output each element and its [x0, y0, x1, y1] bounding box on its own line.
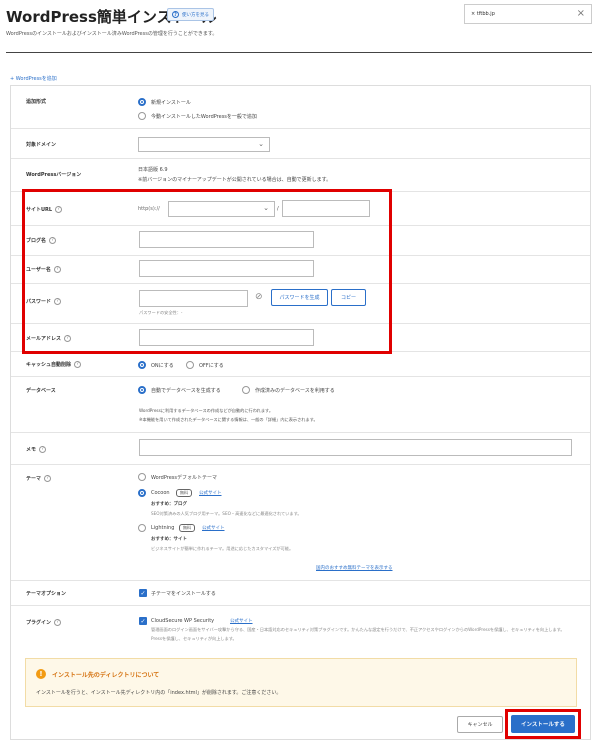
wp-version-value: 日本語版 6.9 — [138, 167, 168, 173]
domain-tag-label: tftbb.jp — [476, 11, 495, 17]
help-icon[interactable]: ? — [74, 361, 82, 368]
install-highlight-box — [505, 709, 581, 739]
help-icon[interactable]: ? — [39, 446, 47, 453]
radio-cache-off-label: OFFにする — [199, 363, 224, 369]
wp-version-note: ※前バージョンのマイナーアップデートが公開されている場合は、自動で更新します。 — [138, 177, 332, 183]
plugin-name: CloudSecure WP Security — [151, 618, 215, 624]
cocoon-recommend: おすすめ：ブログ — [151, 502, 187, 507]
header-divider — [6, 52, 592, 53]
plugin-description-1: 管理画面のログイン画面をサイバー攻撃から守る、国産・日本語対応のセキュリティ対策… — [151, 627, 565, 632]
database-note-2: ※本機能を用いて作成されたデータベースに関する情報は、一般の「詳細」内に表示され… — [139, 417, 318, 422]
radio-existing-install[interactable] — [138, 112, 146, 120]
radio-new-install-label: 新規インストール — [151, 100, 191, 106]
label-memo: メモ ? — [26, 446, 47, 453]
domain-filter[interactable]: × tftbb.jp × — [464, 4, 592, 24]
radio-db-existing-label: 作成済みのデータベースを利用する — [255, 388, 335, 394]
plugin-official-site-link[interactable]: 公式サイト — [230, 618, 253, 624]
row-cache: キャッシュ自動削除 ? ONにする OFFにする — [11, 352, 590, 377]
row-install-type: 追加形式 新規インストール 今動インストールしたWordPressを一般で追加 — [11, 86, 590, 129]
radio-db-existing[interactable] — [242, 386, 250, 394]
row-memo: メモ ? — [11, 433, 590, 465]
radio-theme-lightning-label: Lightning — [151, 525, 175, 531]
notice-title: インストール先のディレクトリについて — [52, 672, 160, 679]
plugin-label-text: プラグイン — [26, 620, 52, 626]
label-plugin: プラグイン ? — [26, 619, 62, 626]
cocoon-description: SEO対策済みの人気ブログ用テーマ。SEO・高速化などに最適化されています。 — [151, 511, 302, 516]
page-description: WordPressのインストールおよびインストール済みWordPressの管理を… — [6, 31, 218, 37]
row-target-domain: 対象ドメイン ⌄ — [11, 129, 590, 159]
plugin-description-2: Pressを保護し、セキュリティが向上します。 — [151, 636, 237, 641]
highlight-box — [22, 189, 392, 354]
radio-existing-install-label: 今動インストールしたWordPressを一般で追加 — [151, 114, 257, 120]
radio-db-auto-label: 自動でデータベースを生成する — [151, 388, 221, 394]
lightning-description: ビジネスサイトが簡単に作れるテーマ。用途に応じたカスタマイズが可能。 — [151, 546, 294, 551]
help-icon[interactable]: ? — [54, 619, 62, 626]
row-wp-version: WordPressバージョン 日本語版 6.9 ※前バージョンのマイナーアップデ… — [11, 159, 590, 192]
warning-icon: ! — [36, 669, 46, 679]
free-badge: 無料 — [179, 524, 195, 532]
row-theme-option: テーマオプション ✓ 子テーマをインストールする — [11, 581, 590, 606]
theme-label-text: テーマ — [26, 476, 42, 482]
domain-tag[interactable]: × tftbb.jp — [471, 11, 495, 17]
radio-theme-lightning[interactable] — [138, 524, 146, 532]
radio-cache-off[interactable] — [186, 361, 194, 369]
label-cache: キャッシュ自動削除 ? — [26, 361, 82, 368]
chevron-down-icon: ⌄ — [258, 140, 264, 148]
free-badge: 無料 — [176, 489, 192, 497]
radio-theme-default[interactable] — [138, 473, 146, 481]
radio-new-install[interactable] — [138, 98, 146, 106]
radio-theme-default-label: WordPressデフォルトテーマ — [151, 475, 218, 481]
help-icon[interactable]: ? — [44, 475, 52, 482]
notice-body: インストールを行うと、インストール先ディレクトリ内の「index.html」が削… — [36, 690, 282, 696]
label-theme: テーマ ? — [26, 475, 52, 482]
child-theme-label: 子テーマをインストールする — [151, 591, 216, 597]
add-wordpress-link[interactable]: + WordPressを追加 — [10, 75, 57, 82]
row-plugin: プラグイン ? ✓ CloudSecure WP Security 公式サイト … — [11, 606, 590, 656]
radio-db-auto[interactable] — [138, 386, 146, 394]
help-button[interactable]: ? 使い方を見る — [167, 8, 214, 21]
clear-icon[interactable]: × — [577, 8, 585, 19]
lightning-recommend: おすすめ：サイト — [151, 537, 187, 542]
domain-select[interactable]: ⌄ — [138, 137, 270, 152]
lightning-official-site-link[interactable]: 公式サイト — [202, 525, 225, 531]
memo-input[interactable] — [139, 439, 572, 456]
cancel-button[interactable]: キャンセル — [457, 716, 503, 733]
cocoon-official-site-link[interactable]: 公式サイト — [199, 490, 222, 496]
notice-box: ! インストール先のディレクトリについて インストールを行うと、インストール先デ… — [25, 658, 577, 707]
help-icon: ? — [172, 11, 179, 18]
label-database: データベース — [26, 388, 56, 394]
radio-cache-on[interactable] — [138, 361, 146, 369]
label-install-type: 追加形式 — [26, 99, 47, 105]
label-target-domain: 対象ドメイン — [26, 142, 57, 148]
row-theme: テーマ ? WordPressデフォルトテーマ Cocoon 無料 公式サイト … — [11, 465, 590, 581]
cache-label-text: キャッシュ自動削除 — [26, 362, 72, 368]
plugin-checkbox[interactable]: ✓ — [139, 617, 147, 625]
database-note-1: WordPressに利用するデータベースの作成などが自動的に行われます。 — [139, 408, 274, 413]
label-theme-option: テーマオプション — [26, 591, 67, 597]
more-themes-link[interactable]: 国内のおすすめ無料テーマを表示する — [316, 565, 393, 571]
memo-label-text: メモ — [26, 447, 37, 453]
help-label: 使い方を見る — [182, 12, 209, 18]
radio-cache-on-label: ONにする — [151, 363, 174, 369]
row-database: データベース 自動でデータベースを生成する 作成済みのデータベースを利用する W… — [11, 377, 590, 433]
radio-theme-cocoon-label: Cocoon — [151, 490, 170, 496]
child-theme-checkbox[interactable]: ✓ — [139, 589, 147, 597]
install-form: 追加形式 新規インストール 今動インストールしたWordPressを一般で追加 … — [10, 85, 591, 740]
radio-theme-cocoon[interactable] — [138, 489, 146, 497]
label-wp-version: WordPressバージョン — [26, 172, 82, 178]
